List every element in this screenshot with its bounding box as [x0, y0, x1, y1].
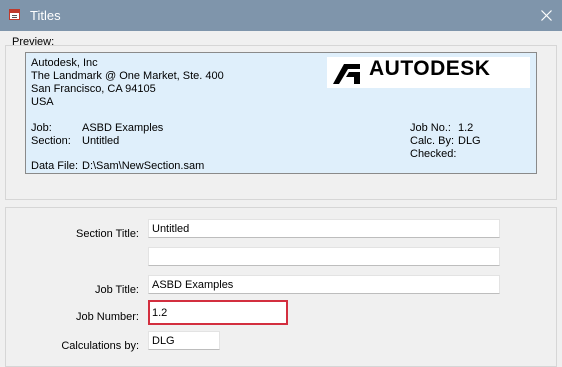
title-bar: Titles: [0, 0, 562, 31]
preview-job-value: ASBD Examples: [82, 122, 164, 134]
autodesk-logo: AUTODESK: [327, 57, 530, 88]
preview-data-file-value: D:\Sam\NewSection.sam: [82, 160, 205, 172]
document-icon: [9, 9, 20, 20]
preview-job-no-label: Job No.:: [410, 122, 451, 134]
preview-company: Autodesk, Inc: [31, 57, 98, 69]
job-number-label: Job Number:: [76, 311, 139, 323]
preview-address-1: The Landmark @ One Market, Ste. 400: [31, 70, 224, 82]
job-title-input[interactable]: [148, 275, 500, 294]
autodesk-logo-icon: [333, 64, 360, 84]
section-title-input[interactable]: [148, 219, 500, 238]
preview-section-label: Section:: [31, 135, 71, 147]
close-icon: [540, 10, 552, 21]
job-title-label: Job Title:: [94, 284, 139, 296]
preview-calc-by-label: Calc. By:: [410, 135, 455, 147]
preview-address-2: San Francisco, CA 94105: [31, 83, 156, 95]
section-title-line2-input[interactable]: [148, 247, 500, 266]
preview-job-no-value: 1.2: [458, 122, 474, 134]
preview-label: Preview:: [12, 36, 55, 48]
preview-checked-label: Checked:: [410, 148, 457, 160]
preview-box: Autodesk, Inc The Landmark @ One Market,…: [25, 52, 537, 174]
preview-data-file-label: Data File:: [31, 160, 79, 172]
preview-section-value: Untitled: [82, 135, 120, 147]
window-title: Titles: [30, 8, 61, 23]
job-number-input[interactable]: [148, 300, 288, 325]
calculations-by-input[interactable]: [148, 331, 220, 350]
autodesk-logo-text: AUTODESK: [369, 57, 491, 80]
close-button[interactable]: [530, 0, 562, 31]
calculations-by-label: Calculations by:: [61, 340, 139, 352]
section-title-label: Section Title:: [76, 228, 139, 240]
preview-country: USA: [31, 96, 54, 108]
preview-job-label: Job:: [31, 122, 52, 134]
preview-calc-by-value: DLG: [458, 135, 481, 147]
